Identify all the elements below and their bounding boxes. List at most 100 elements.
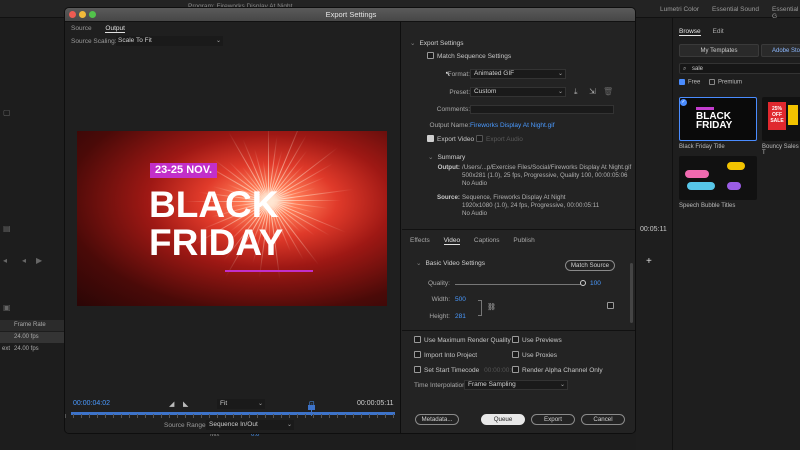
preset-dropdown[interactable]: Custom ⌄	[470, 87, 566, 97]
workspace-tab-essential-sound[interactable]: Essential Sound	[712, 6, 759, 13]
cancel-button[interactable]: Cancel	[581, 414, 625, 425]
source-range-dropdown[interactable]: Sequence In/Out ⌄	[206, 420, 294, 430]
tab-output[interactable]: Output	[105, 25, 125, 33]
selected-check-icon: ✓	[680, 99, 687, 106]
filter-premium-checkbox[interactable]: Premium	[709, 79, 742, 86]
metadata-button[interactable]: Metadata...	[415, 414, 459, 425]
quality-slider-track[interactable]	[455, 284, 583, 285]
basic-video-title: Basic Video Settings	[425, 260, 485, 267]
workspace-tab-lumetri[interactable]: Lumetri Color	[660, 6, 699, 13]
list-item[interactable]: 24.00 fps	[0, 332, 64, 343]
thumb-yellow-block	[788, 105, 798, 125]
quality-value[interactable]: 100	[590, 280, 601, 287]
preview-date-badge: 23-25 NOV.	[150, 163, 218, 178]
render-alpha-checkbox[interactable]: Render Alpha Channel Only	[512, 366, 603, 374]
settings-scrollbar[interactable]	[630, 263, 633, 323]
tab-captions[interactable]: Captions	[474, 237, 500, 244]
set-out-point-icon[interactable]: ◣	[183, 400, 188, 408]
eg-tabs: Browse Edit	[679, 28, 734, 36]
search-input[interactable]: ⌕ sale	[679, 63, 800, 74]
use-previews-checkbox[interactable]: Use Previews	[512, 336, 562, 344]
my-templates-button[interactable]: My Templates	[679, 44, 759, 57]
tab-browse[interactable]: Browse	[679, 28, 701, 36]
source-range-label: Source Range:	[164, 422, 208, 429]
width-value[interactable]: 500	[455, 296, 466, 303]
speech-bubble-icon	[727, 162, 745, 170]
search-value: sale	[692, 66, 704, 72]
timeline-timecode: 00:05:11	[640, 226, 667, 233]
import-preset-icon[interactable]: ⇲	[589, 87, 596, 96]
checkbox-checked-icon	[679, 79, 685, 85]
export-audio-checkbox[interactable]: Export Audio	[476, 135, 523, 143]
summary-source-label: Source:	[436, 194, 460, 201]
stretch-checkbox[interactable]	[607, 302, 617, 310]
height-value[interactable]: 281	[455, 313, 466, 320]
match-source-button[interactable]: Match Source	[565, 260, 615, 271]
quality-slider-knob[interactable]	[580, 280, 586, 286]
source-scaling-label: Source Scaling:	[71, 38, 117, 45]
comments-field[interactable]	[470, 105, 614, 114]
delete-preset-icon[interactable]: 🗑	[603, 87, 613, 96]
match-sequence-checkbox[interactable]: Match Sequence Settings	[427, 52, 512, 61]
output-name-label: Output Name:	[429, 122, 470, 129]
template-name: Black Friday Title	[679, 144, 725, 150]
dialog-title: Export Settings	[325, 10, 377, 19]
export-video-checkbox[interactable]: Export Video	[427, 135, 474, 143]
summary-output-line: 500x281 (1.0), 25 fps, Progressive, Qual…	[462, 172, 628, 179]
max-render-quality-checkbox[interactable]: Use Maximum Render Quality	[414, 336, 511, 344]
tab-effects[interactable]: Effects	[410, 237, 430, 244]
preset-label: Preset:	[449, 89, 470, 96]
set-start-timecode-checkbox[interactable]: Set Start Timecode 00:00:00:00	[414, 366, 518, 374]
summary-section[interactable]: ⌄ Summary	[428, 153, 465, 161]
set-in-point-icon[interactable]: ◢	[169, 400, 174, 408]
match-sequence-label: Match Sequence Settings	[437, 53, 512, 61]
tab-source[interactable]: Source	[71, 25, 92, 32]
add-icon[interactable]: +	[646, 256, 652, 267]
format-label: Format:	[447, 71, 470, 78]
template-thumb-bouncy-sales[interactable]: 25% OFF SALE	[762, 97, 800, 141]
filter-free-checkbox[interactable]: Free	[679, 79, 700, 86]
format-dropdown[interactable]: Animated GIF ⌄	[470, 69, 566, 79]
tab-video[interactable]: Video	[443, 237, 461, 245]
export-settings-dialog: Export Settings Source Output Source Sca…	[64, 7, 636, 434]
step-back-icon: ◂	[3, 256, 8, 265]
background-project-panel: ▢ ▤ ◂ ◂ ▶ ▣ Frame Rate 24.00 fps ext 24.…	[0, 18, 64, 450]
list-item[interactable]: ext 24.00 fps	[0, 344, 64, 355]
wrench-icon: ▢	[3, 108, 11, 117]
comments-label: Comments:	[436, 106, 470, 113]
save-preset-icon[interactable]: ⤓	[574, 87, 578, 97]
adobe-stock-button[interactable]: Adobe Sto	[761, 44, 800, 57]
source-scaling-dropdown[interactable]: Scale To Fit ⌄	[116, 36, 223, 46]
tab-edit[interactable]: Edit	[713, 28, 724, 35]
tab-publish[interactable]: Publish	[513, 237, 534, 244]
time-interpolation-dropdown[interactable]: Frame Sampling ⌄	[464, 380, 568, 390]
divider	[402, 330, 635, 331]
summary-source-line: Sequence, Fireworks Display At Night	[462, 194, 566, 201]
summary-source: Sequence, Fireworks Display At Night 192…	[462, 194, 599, 218]
export-settings-title: Export Settings	[419, 40, 464, 47]
queue-button[interactable]: Queue	[481, 414, 525, 425]
frame-rate-header: Frame Rate	[14, 322, 46, 328]
chevron-down-icon: ⌄	[559, 382, 565, 388]
filter-premium-label: Premium	[718, 79, 743, 86]
chevron-down-icon: ⌄	[257, 401, 263, 407]
output-name-link[interactable]: Fireworks Display At Night.gif	[470, 122, 555, 129]
summary-source-line: No Audio	[462, 210, 488, 217]
dialog-titlebar[interactable]: Export Settings	[65, 8, 635, 22]
zoom-dropdown[interactable]: Fit ⌄	[217, 399, 265, 409]
timecode-in[interactable]: 00:00:04:02	[73, 400, 110, 407]
time-interpolation-label: Time Interpolation:	[414, 382, 468, 389]
thumb-accent-bar	[696, 107, 714, 110]
import-into-project-checkbox[interactable]: Import Into Project	[414, 351, 477, 359]
time-ruler[interactable]	[65, 414, 401, 418]
use-proxies-checkbox[interactable]: Use Proxies	[512, 351, 557, 359]
link-chain-icon[interactable]: ⛓	[487, 303, 496, 311]
summary-output: /Users/...p/Exercise Files/Social/Firewo…	[462, 164, 631, 188]
basic-video-section[interactable]: ⌄ Basic Video Settings	[416, 259, 485, 267]
template-thumb-speech-bubble[interactable]	[679, 156, 757, 200]
export-settings-section[interactable]: ⌄ Export Settings	[410, 39, 464, 47]
template-thumb-black-friday[interactable]: BLACK FRIDAY	[679, 97, 757, 141]
export-button[interactable]: Export	[531, 414, 575, 425]
essential-graphics-panel: Browse Edit My Templates Adobe Sto ⌕ sal…	[672, 18, 800, 450]
column-header[interactable]: Frame Rate	[0, 320, 64, 331]
